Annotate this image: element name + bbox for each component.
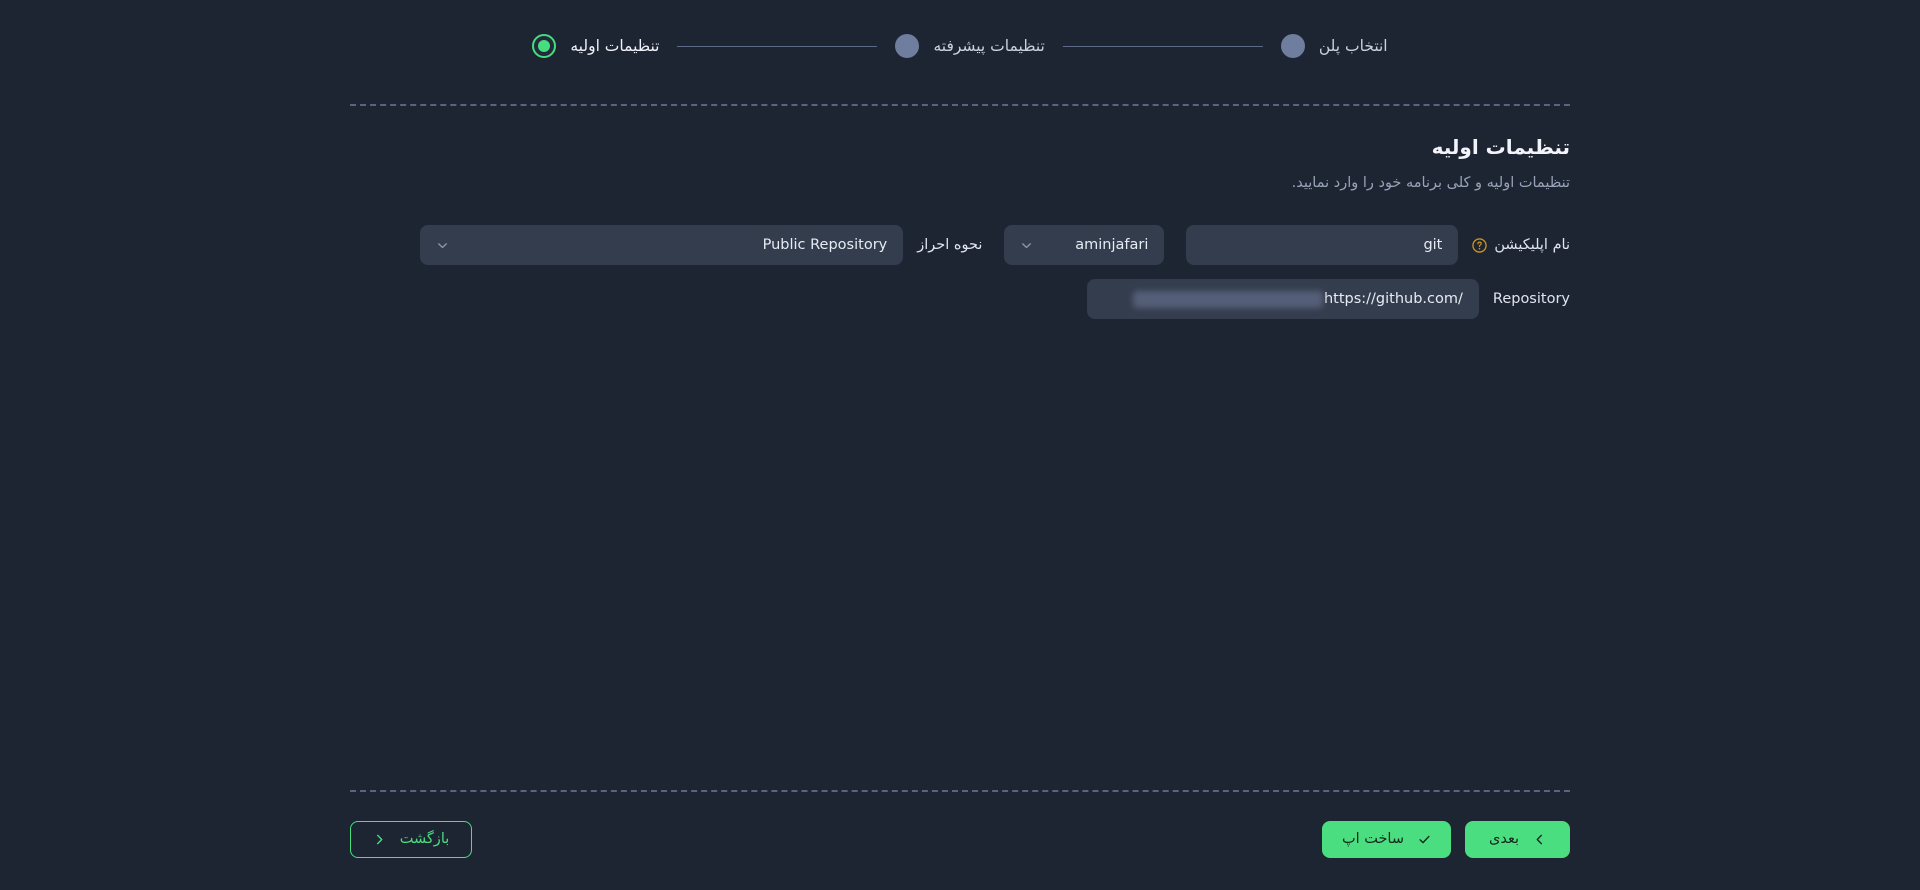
next-button-label: بعدی <box>1489 831 1519 847</box>
chevron-left-icon <box>1533 833 1546 846</box>
repository-input-value: https://github.com/ <box>1323 291 1463 308</box>
auth-method-select[interactable]: Public Repository <box>420 225 904 266</box>
auth-method-select-value: Public Repository <box>762 237 888 254</box>
form-row-repository: Repository https://github.com/ <box>350 279 1570 320</box>
chevron-right-icon <box>373 833 386 846</box>
account-select-value: aminjafari <box>1075 237 1149 254</box>
chevron-down-icon <box>1020 239 1033 252</box>
page-title: تنظیمات اولیه <box>1431 135 1570 159</box>
step-initial-settings-label: تنظیمات اولیه <box>570 37 660 55</box>
step-dot-icon <box>895 34 920 58</box>
step-dot-active-icon <box>532 34 557 58</box>
app-name-label: نام اپلیکیشن <box>1472 237 1570 253</box>
step-advanced-settings-label: تنظیمات پیشرفته <box>933 37 1045 55</box>
footer-primary-actions: بعدی ساخت اپ <box>1321 820 1570 858</box>
auth-method-label: نحوه احراز <box>917 237 983 254</box>
build-app-button-label: ساخت اپ <box>1341 831 1404 847</box>
account-select[interactable]: aminjafari <box>1004 225 1165 266</box>
build-app-button[interactable]: ساخت اپ <box>1321 820 1451 858</box>
step-connector <box>1062 45 1263 47</box>
step-select-plan[interactable]: انتخاب پلن <box>1280 34 1388 58</box>
next-button[interactable]: بعدی <box>1465 820 1570 858</box>
field-auth-method: نحوه احراز Public Repository <box>420 225 983 266</box>
back-button[interactable]: بازگشت <box>350 820 472 858</box>
step-connector <box>677 45 878 47</box>
repository-label: Repository <box>1492 291 1570 308</box>
step-dot-icon <box>1280 34 1305 58</box>
form-row-app-name: نام اپلیکیشن git aminjafari نحوه احراز P… <box>350 225 1570 266</box>
step-initial-settings[interactable]: تنظیمات اولیه <box>532 34 659 58</box>
step-advanced-settings[interactable]: تنظیمات پیشرفته <box>895 34 1045 58</box>
wizard-stepper: انتخاب پلن تنظیمات پیشرفته تنظیمات اولیه <box>0 0 1920 92</box>
page-subtitle: تنظیمات اولیه و کلی برنامه خود را وارد ن… <box>1291 175 1570 191</box>
check-icon <box>1418 833 1431 846</box>
question-circle-icon[interactable] <box>1472 237 1488 253</box>
app-name-input-value: git <box>1423 237 1443 254</box>
chevron-down-icon <box>436 239 449 252</box>
divider-bottom <box>350 790 1570 792</box>
setup-form: نام اپلیکیشن git aminjafari نحوه احراز P… <box>350 225 1570 320</box>
app-name-label-text: نام اپلیکیشن <box>1494 237 1570 254</box>
back-button-label: بازگشت <box>399 831 450 847</box>
setup-form-panel: تنظیمات اولیه تنظیمات اولیه و کلی برنامه… <box>350 104 1570 790</box>
step-select-plan-label: انتخاب پلن <box>1318 37 1388 55</box>
field-account: aminjafari <box>1004 225 1165 266</box>
repository-input[interactable]: https://github.com/ <box>1086 279 1479 320</box>
app-name-input[interactable]: git <box>1186 225 1459 266</box>
field-app-name: نام اپلیکیشن git <box>1186 225 1570 266</box>
wizard-footer: بعدی ساخت اپ بازگشت <box>350 810 1570 868</box>
field-repository: Repository https://github.com/ <box>1086 279 1570 320</box>
setup-wizard-page: انتخاب پلن تنظیمات پیشرفته تنظیمات اولیه… <box>0 0 1920 890</box>
redacted-value-blur <box>1132 290 1323 308</box>
